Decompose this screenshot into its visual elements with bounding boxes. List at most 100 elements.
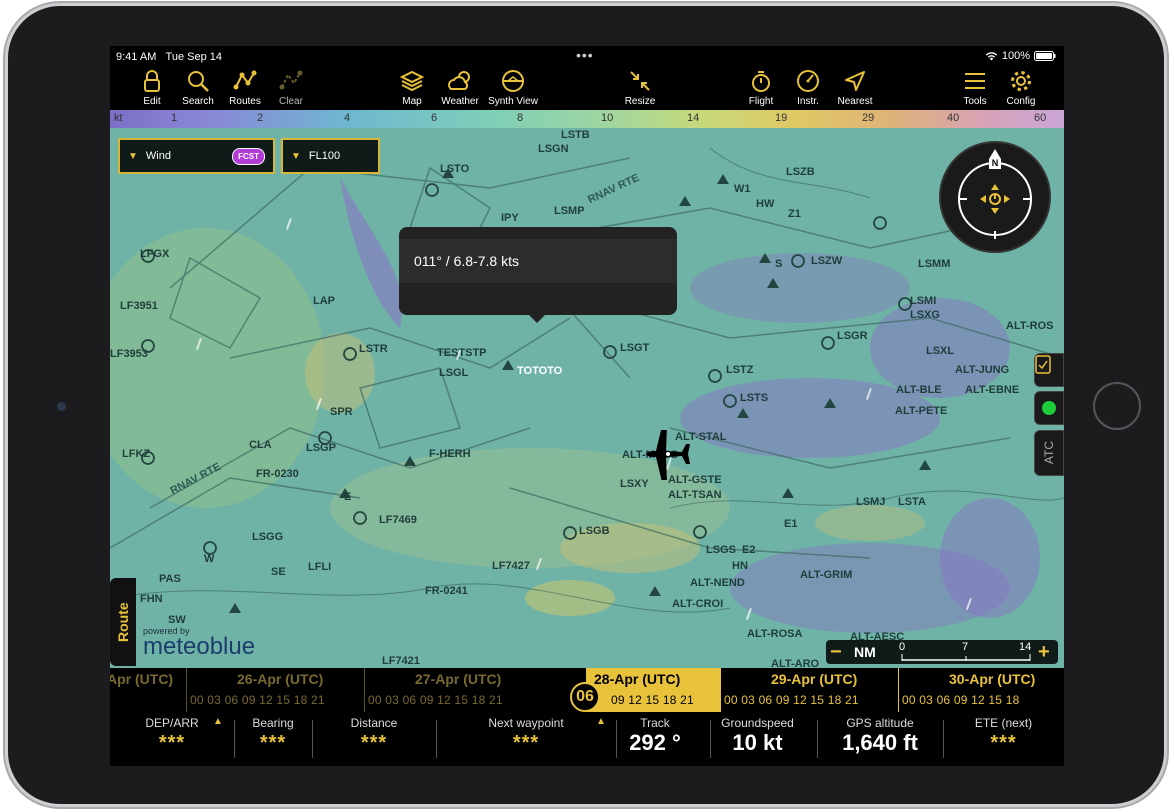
airport-label[interactable]: LSTB [561, 129, 590, 141]
airport-label[interactable]: LSGR [837, 330, 868, 342]
atc-tab[interactable]: ATC [1034, 430, 1064, 476]
airport-label[interactable]: LSZB [786, 166, 815, 178]
zoom-out-button[interactable]: − [830, 641, 842, 664]
scale-ruler [901, 654, 1031, 661]
altiport-label[interactable]: F-HERH [429, 448, 471, 460]
airport-label[interactable]: LSGB [579, 525, 610, 537]
airport-label[interactable]: LSMI [910, 295, 936, 307]
altiport-label[interactable]: ALT-ROSA [747, 628, 802, 640]
waypoint-label[interactable]: S [775, 258, 782, 270]
compass-rose[interactable]: N [939, 141, 1051, 253]
waypoint-label[interactable]: W1 [734, 183, 751, 195]
airport-label[interactable]: LSZW [811, 255, 842, 267]
altiport-label[interactable]: ALT-JUNG [955, 364, 1009, 376]
airport-label[interactable]: LSGG [252, 531, 283, 543]
resize-button[interactable]: Resize [610, 66, 670, 107]
altiport-label[interactable]: ALT-PETE [895, 405, 947, 417]
timeline-day[interactable]: Apr (UTC) [110, 668, 186, 712]
airport-label[interactable]: LSTS [740, 392, 768, 404]
airport-label[interactable]: LSTZ [726, 364, 754, 376]
airport-label[interactable]: LSGS [706, 544, 736, 556]
altiport-label[interactable]: ALT-BLE [896, 384, 942, 396]
map-view[interactable]: LSTB LSGN LSTO LSZB W1 HW Z1 LSMP IPY RN… [110, 128, 1064, 668]
airport-label[interactable]: LSXG [910, 309, 940, 321]
weather-button[interactable]: Weather [430, 66, 490, 107]
airport-label[interactable]: LSMM [918, 258, 950, 270]
timeline-day[interactable]: 29-Apr (UTC) 00 03 06 09 12 15 18 21 [720, 668, 898, 712]
airport-label[interactable]: LSMP [554, 205, 585, 217]
altiport-label[interactable]: ALT-ARO [771, 658, 819, 668]
airport-label[interactable]: LSGN [538, 143, 569, 155]
navaid-label[interactable]: FHN [140, 593, 163, 605]
waypoint-label[interactable]: TOTOTO [517, 365, 562, 377]
navaid-label[interactable]: SPR [330, 406, 353, 418]
track-cell[interactable]: Track 292 ° [616, 712, 694, 766]
waypoint-label[interactable]: SE [271, 566, 286, 578]
airport-label[interactable]: LF7421 [382, 655, 420, 667]
airport-label[interactable]: LSTO [440, 163, 469, 175]
waypoint-label[interactable]: TESTSTP [437, 347, 487, 359]
sort-triangle-icon[interactable]: ▲ [213, 716, 223, 727]
altiport-label[interactable]: ALT-TSAN [668, 489, 722, 501]
airport-label[interactable]: LSGL [439, 367, 468, 379]
clear-button[interactable]: Clear [261, 66, 321, 107]
weather-layer-selector[interactable]: ▼ Wind FCST [118, 138, 275, 174]
ete-next-cell[interactable]: ETE (next) *** [943, 712, 1064, 766]
airport-label[interactable]: LFGX [140, 248, 169, 260]
timeline-day-current[interactable]: 28-Apr (UTC) 09 12 15 18 21 [586, 668, 720, 712]
airport-label[interactable]: LF3951 [120, 300, 158, 312]
wind-info-popup[interactable]: 011° / 6.8-7.8 kts [399, 227, 677, 323]
nearest-button[interactable]: Nearest [825, 66, 885, 107]
synth-view-button[interactable]: Synth View [483, 66, 543, 107]
timeline-day[interactable]: 27-Apr (UTC) 00 03 06 09 12 15 18 21 [364, 668, 542, 712]
route-panel-tab[interactable]: Route [110, 578, 136, 666]
airport-label[interactable]: LSGP [306, 442, 336, 454]
waypoint-label[interactable]: E2 [742, 544, 755, 556]
airport-label[interactable]: LSXL [926, 345, 954, 357]
airport-label[interactable]: LSGT [620, 342, 649, 354]
sort-triangle-icon[interactable]: ▲ [596, 716, 606, 727]
connection-status-tab[interactable] [1034, 391, 1064, 425]
altiport-label[interactable]: ALT-EBNE [965, 384, 1019, 396]
navaid-label[interactable]: LAP [313, 295, 335, 307]
bearing-cell[interactable]: Bearing *** [234, 712, 312, 766]
airport-label[interactable]: LSMJ [856, 496, 885, 508]
airport-label[interactable]: LF7427 [492, 560, 530, 572]
waypoint-label[interactable]: HN [732, 560, 748, 572]
config-button[interactable]: Config [991, 66, 1051, 107]
multitasking-dots[interactable]: ••• [576, 47, 594, 63]
groundspeed-cell[interactable]: Groundspeed 10 kt [710, 712, 805, 766]
distance-cell[interactable]: Distance *** [312, 712, 436, 766]
airport-label[interactable]: LF7469 [379, 514, 417, 526]
navaid-label[interactable]: IPY [501, 212, 519, 224]
waypoint-label[interactable]: E [344, 491, 351, 503]
timeline-day[interactable]: 30-Apr (UTC) 00 03 06 09 12 15 18 [898, 668, 1064, 712]
gps-altitude-cell[interactable]: GPS altitude 1,640 ft [817, 712, 943, 766]
airport-label[interactable]: LSTA [898, 496, 926, 508]
checklist-tab[interactable] [1034, 353, 1064, 387]
flight-level-selector[interactable]: ▼ FL100 [281, 138, 380, 174]
navaid-label[interactable]: PAS [159, 573, 181, 585]
altiport-label[interactable]: ALT-NEND [690, 577, 745, 589]
waypoint-label[interactable]: FR-0230 [256, 468, 299, 480]
zoom-in-button[interactable]: + [1038, 641, 1050, 664]
waypoint-label[interactable]: Z1 [788, 208, 801, 220]
waypoint-label[interactable]: FR-0241 [425, 585, 468, 597]
navaid-label[interactable]: CLA [249, 439, 272, 451]
airport-label[interactable]: LF3953 [110, 348, 148, 360]
waypoint-label[interactable]: E1 [784, 518, 797, 530]
airport-label[interactable]: LFLI [308, 561, 331, 573]
altiport-label[interactable]: ALT-GRIM [800, 569, 852, 581]
airport-label[interactable]: LSTR [359, 343, 388, 355]
home-button[interactable] [1093, 382, 1141, 430]
waypoint-label[interactable]: HW [756, 198, 774, 210]
wind-scale-value: 4 [344, 112, 351, 124]
timeline-current-hour-marker[interactable]: 06 [570, 682, 600, 712]
timeline-day[interactable]: 26-Apr (UTC) 00 03 06 09 12 15 18 21 [186, 668, 364, 712]
waypoint-label[interactable]: W [204, 553, 214, 565]
airport-label[interactable]: LFKZ [122, 448, 150, 460]
next-waypoint-cell[interactable]: Next waypoint *** [436, 712, 616, 766]
altiport-label[interactable]: ALT-CROI [672, 598, 723, 610]
altiport-label[interactable]: ALT-ROS [1006, 320, 1053, 332]
waypoint-label[interactable]: SW [168, 614, 186, 626]
